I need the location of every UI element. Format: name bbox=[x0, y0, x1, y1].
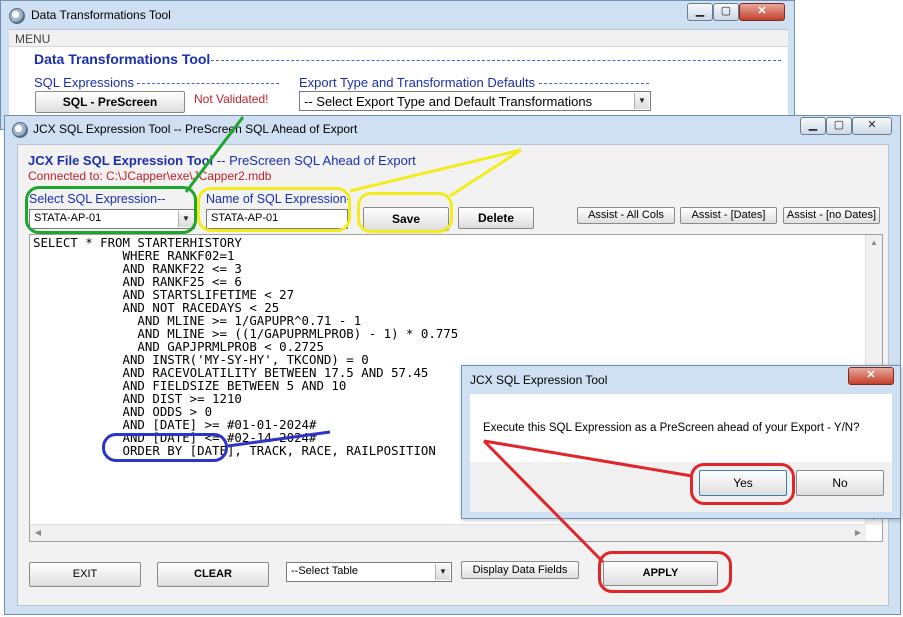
blue-annotation-line bbox=[227, 430, 331, 448]
yellow-annotation-line bbox=[349, 148, 522, 193]
annotation-strokes bbox=[184, 116, 693, 564]
yellow-annotation-line bbox=[449, 148, 522, 198]
green-annotation-line bbox=[184, 116, 245, 193]
